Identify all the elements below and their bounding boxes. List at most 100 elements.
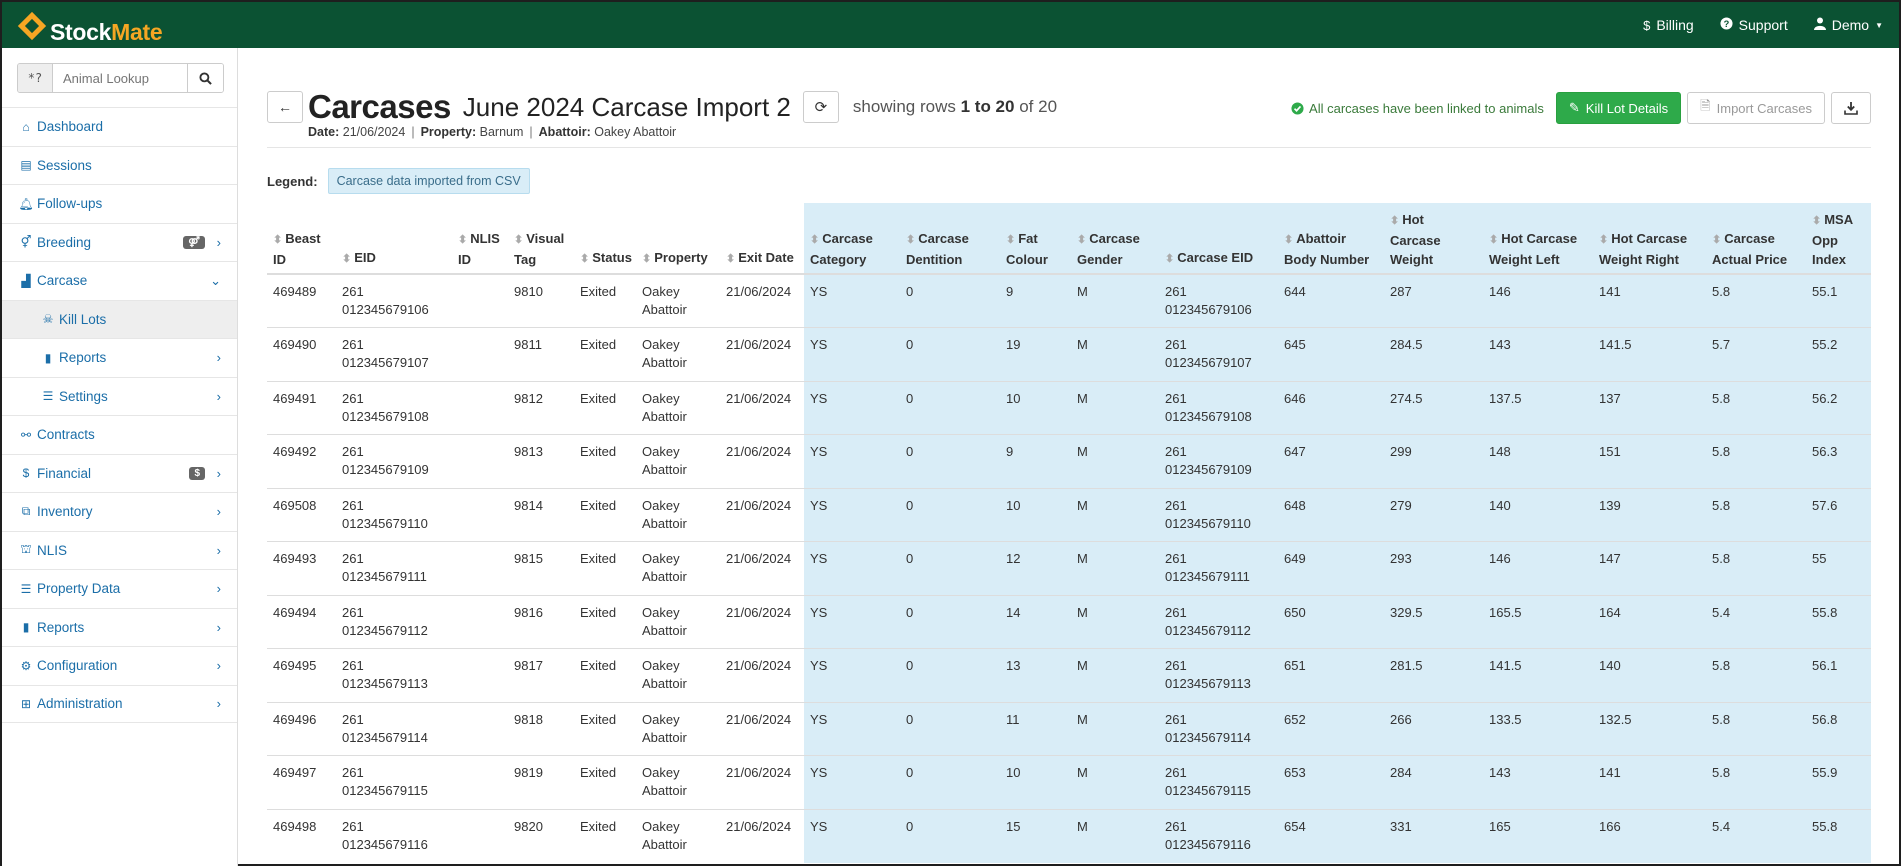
column-header[interactable]: ⬍ Beast ID: [267, 203, 336, 275]
table-cell-text: Abattoir: [642, 836, 687, 852]
table-cell-text: 151: [1599, 444, 1621, 459]
refresh-button[interactable]: ⟳: [802, 91, 839, 123]
table-cell-text: 165.5: [1489, 604, 1522, 620]
table-row[interactable]: 469493 261 012345679111 9815 Exited Oakey Abat…: [267, 541, 1871, 595]
check-circle-icon: [1291, 101, 1304, 115]
table-row[interactable]: 469494 261 012345679112 9816 Exited Oakey Abat…: [267, 594, 1871, 649]
table-cell-text: 5.8: [1712, 711, 1731, 727]
table-cell: Oakey Abattoir: [636, 755, 720, 809]
table-cell: 140: [1593, 648, 1706, 702]
table-cell: Exited: [574, 541, 636, 595]
column-header[interactable]: ⬍ Hot Carcase Weight Left: [1483, 203, 1593, 275]
sidebar-item-follow-ups[interactable]: 🔔︎ Follow-ups: [2, 184, 237, 223]
table-row[interactable]: 469498 261 012345679116 9820 Exited Oakey Abat…: [267, 808, 1871, 863]
user-menu[interactable]: Demo ▼: [1813, 17, 1883, 33]
brand-logo[interactable]: StockMate: [16, 2, 163, 48]
sidebar-item-nlis[interactable]: ⛫ NLIS ›: [2, 530, 237, 570]
column-header[interactable]: ⬍ Carcase Actual Price: [1706, 203, 1806, 275]
sidebar-item-configuration[interactable]: ⚙ Configuration ›: [2, 646, 237, 685]
billing-link[interactable]: $ Billing: [1643, 17, 1694, 33]
table-row[interactable]: 469492 261 012345679109 9813 Exited Oakey Abat…: [267, 434, 1871, 488]
table-row[interactable]: 469496 261 012345679114 9818 Exited Oakey Abat…: [267, 701, 1871, 756]
column-header[interactable]: ⬍ EID: [336, 203, 452, 275]
column-header[interactable]: ⬍ Visual Tag: [508, 203, 574, 275]
table-cell: [452, 755, 508, 809]
table-row[interactable]: 469497 261 012345679115 9819 Exited Oakey Abat…: [267, 755, 1871, 809]
table-row[interactable]: 469495 261 012345679113 9817 Exited Oakey Abat…: [267, 648, 1871, 702]
column-header[interactable]: ⬍ Hot Carcase Weight Right: [1593, 203, 1706, 275]
sidebar-item-carcase-reports[interactable]: ▮ Reports ›: [2, 338, 237, 377]
sort-icon: ⬍: [342, 253, 352, 265]
sidebar-item-carcase[interactable]: ▟ Carcase ⌄: [2, 261, 237, 300]
table-cell-text: 012345679109: [1165, 462, 1252, 477]
column-header[interactable]: ⬍ Fat Colour: [1000, 203, 1071, 275]
sidebar-item-dashboard[interactable]: ⌂ Dashboard: [2, 107, 237, 146]
column-header[interactable]: ⬍ Hot Carcase Weight: [1384, 203, 1483, 275]
table-cell-text: 14: [1006, 604, 1021, 620]
table-cell-text: 284.5: [1390, 337, 1423, 352]
support-link[interactable]: ? Support: [1720, 17, 1788, 33]
sort-icon: ⬍: [580, 253, 590, 265]
table-row[interactable]: 469491 261 012345679108 9812 Exited Oakey Abat…: [267, 380, 1871, 435]
sidebar-item-breeding[interactable]: ⚥ Breeding ⚤ ›: [2, 222, 237, 262]
table-cell: Exited: [574, 808, 636, 863]
column-header[interactable]: ⬍ Abattoir Body Number: [1278, 203, 1384, 275]
column-header[interactable]: ⬍ Carcase EID: [1159, 203, 1278, 275]
table-row[interactable]: 469489 261 012345679106 9810 Exited Oakey Abat…: [267, 273, 1871, 328]
table-cell: YS: [804, 273, 900, 328]
sidebar-item-carcase-settings[interactable]: ☰ Settings ›: [2, 376, 237, 416]
table-cell: 5.8: [1706, 434, 1806, 488]
table-cell: 5.7: [1706, 327, 1806, 381]
table-cell-text: 261: [1165, 497, 1187, 513]
kill-lot-details-button[interactable]: ✎ Kill Lot Details: [1555, 92, 1682, 124]
table-cell-text: M: [1077, 765, 1088, 780]
sidebar-item-label: Configuration: [37, 658, 118, 674]
table-cell-text: 261: [1165, 551, 1187, 566]
table-cell-text: M: [1077, 711, 1088, 727]
table-cell: Oakey Abattoir: [636, 487, 720, 542]
table-cell: 261 012345679107: [1159, 327, 1278, 381]
sidebar-item-property-data[interactable]: ☰ Property Data ›: [2, 569, 237, 608]
skull-icon: ☠: [42, 312, 54, 327]
sidebar-item-contracts[interactable]: ⚯ Contracts: [2, 415, 237, 454]
sidebar-item-label: Settings: [59, 388, 108, 404]
table-row[interactable]: 469508 261 012345679110 9814 Exited Oakey Abat…: [267, 487, 1871, 542]
sidebar-item-kill-lots[interactable]: ☠ Kill Lots: [2, 299, 237, 338]
lookup-search-button[interactable]: [187, 64, 223, 92]
column-header[interactable]: ⬍ NLIS ID: [452, 203, 508, 275]
table-row[interactable]: 469490 261 012345679107 9811 Exited Oakey Abat…: [267, 327, 1871, 381]
table-cell: 469491: [267, 380, 336, 435]
table-cell-text: Exited: [580, 658, 617, 673]
column-header[interactable]: ⬍ MSA Opp Index: [1806, 203, 1871, 275]
table-cell-text: 55.1: [1812, 284, 1838, 299]
table-cell: 652: [1278, 701, 1384, 756]
table-cell: 469494: [267, 594, 336, 649]
sidebar-item-administration[interactable]: ⊞ Administration ›: [2, 684, 237, 723]
lookup-prefix[interactable]: *?: [18, 64, 53, 92]
column-header[interactable]: ⬍ Exit Date: [720, 203, 804, 275]
import-carcases-button[interactable]: 🗎︎ Import Carcases: [1687, 92, 1825, 124]
column-header[interactable]: ⬍ Carcase Dentition: [900, 203, 1000, 275]
table-cell-text: 266: [1390, 711, 1412, 727]
download-button[interactable]: [1831, 92, 1871, 124]
table-cell-text: 012345679110: [1165, 515, 1251, 531]
sidebar-item-reports[interactable]: ▮ Reports ›: [2, 607, 237, 647]
sidebar-item-sessions[interactable]: ▤ Sessions: [2, 145, 237, 185]
column-header[interactable]: ⬍ Status: [574, 203, 636, 275]
sidebar-item-financial[interactable]: $ Financial $ ›: [2, 453, 237, 493]
legend: Legend: Carcase data imported from CSV: [267, 168, 530, 194]
column-header[interactable]: ⬍ Carcase Gender: [1071, 203, 1159, 275]
table-cell-text: 0: [906, 337, 914, 352]
table-cell-text: Exited: [580, 284, 617, 299]
table-cell-text: 261: [342, 765, 364, 780]
carcase-table-wrapper: ⬍ Beast ID ⬍ EID ⬍ NLIS ID ⬍ Visual Tag ⬍ Status ⬍ Pro…: [267, 203, 1871, 863]
back-button[interactable]: ←: [267, 91, 303, 123]
column-header[interactable]: ⬍ Property: [636, 203, 720, 275]
animal-lookup-input[interactable]: [53, 64, 187, 92]
table-cell: 647: [1278, 434, 1384, 488]
table-cell-text: 293: [1390, 551, 1412, 566]
column-header[interactable]: ⬍ Carcase Category: [804, 203, 900, 275]
table-cell-text: 9810: [514, 284, 543, 299]
sidebar-item-label: Carcase: [37, 273, 88, 289]
sidebar-item-inventory[interactable]: ⧉ Inventory ›: [2, 492, 237, 531]
